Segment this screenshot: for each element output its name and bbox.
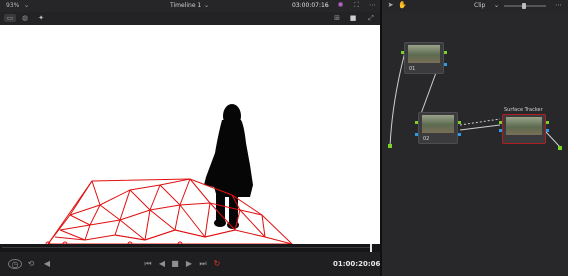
more-options-icon[interactable]: ⋯ <box>368 1 377 10</box>
node-label: 01 <box>409 66 416 72</box>
speaker-icon[interactable]: ◀ <box>42 259 52 269</box>
tracker-mesh <box>47 178 293 244</box>
magic-wand-icon[interactable]: ✦ <box>36 14 46 22</box>
surface-tracker-node[interactable] <box>499 114 549 144</box>
loop-record-icon[interactable]: ↻ <box>212 259 222 269</box>
video-frame <box>45 104 293 244</box>
node-output-pin[interactable] <box>444 51 447 54</box>
pointer-icon[interactable]: ➤ <box>386 1 395 10</box>
jump-end-icon[interactable]: ⏭ <box>198 259 208 269</box>
input-marker[interactable] <box>388 144 392 148</box>
timeline-title[interactable]: Timeline 1 <box>170 2 201 9</box>
node-input-pin[interactable] <box>499 121 502 124</box>
node-input-pin[interactable] <box>401 51 404 54</box>
person-silhouette <box>204 104 253 229</box>
play-icon[interactable]: ▶ <box>184 259 194 269</box>
node-editor-header: ➤ ✋ Clip ⌄ ⋯ <box>382 0 568 12</box>
node-key-pin[interactable] <box>444 63 447 66</box>
node-mode-label[interactable]: Clip <box>474 2 485 9</box>
transport-timecode: 01:00:20:06 <box>333 260 381 268</box>
node-thumbnail <box>422 115 454 133</box>
more-options-icon[interactable]: ⋯ <box>554 1 563 10</box>
node-title: Surface Tracker <box>504 107 543 113</box>
chevron-down-icon[interactable]: ⌄ <box>492 1 501 10</box>
node-02[interactable]: 02 <box>415 112 461 144</box>
color-wheel-icon[interactable]: ✺ <box>336 1 345 10</box>
chevron-down-icon[interactable]: ⌄ <box>202 1 211 10</box>
app-window: 93% ⌄ Timeline 1 ⌄ 03:00:07:16 ⌄ ✺ ⛶ ⋯ ▭… <box>0 0 568 276</box>
output-marker[interactable] <box>558 146 562 150</box>
node-output-pin[interactable] <box>546 121 549 124</box>
playback-mode-icon[interactable]: ◷ <box>8 259 22 269</box>
node-key-pin[interactable] <box>415 133 418 136</box>
transform-icon[interactable]: ⊞ <box>332 14 342 22</box>
step-back-icon[interactable]: ◀ <box>157 259 167 269</box>
scrubber-bar[interactable] <box>0 244 380 252</box>
hand-icon[interactable]: ✋ <box>398 1 407 10</box>
node-thumbnail <box>506 117 542 135</box>
node-input-pin[interactable] <box>415 121 418 124</box>
node-01[interactable]: 01 <box>401 42 447 74</box>
viewer-toolbar: ▭ ◍ ✦ ⊞ ■ ⤢ <box>0 12 380 25</box>
scrubber-track[interactable] <box>2 247 372 248</box>
viewer-canvas[interactable] <box>0 25 380 244</box>
node-graph[interactable]: 01 02 Surface Tracker <box>382 12 568 276</box>
highlight-icon[interactable]: ◍ <box>20 14 30 22</box>
chevron-down-icon[interactable]: ⌄ <box>22 1 31 10</box>
viewer-header: 93% ⌄ Timeline 1 ⌄ 03:00:07:16 ⌄ ✺ ⛶ ⋯ <box>0 0 380 12</box>
zoom-slider[interactable] <box>504 3 546 9</box>
node-output-pin[interactable] <box>458 121 461 124</box>
node-label: 02 <box>423 136 430 142</box>
camera-icon[interactable]: ■ <box>348 14 358 22</box>
expand-icon[interactable]: ⤢ <box>366 14 376 22</box>
stop-icon[interactable]: ■ <box>170 259 180 269</box>
loop-icon[interactable]: ⟲ <box>26 259 36 269</box>
split-view-icon[interactable]: ▭ <box>4 14 16 22</box>
jump-start-icon[interactable]: ⏮ <box>143 259 153 269</box>
node-key-pin[interactable] <box>458 133 461 136</box>
transport-bar: ◷ ⟲ ◀ ⏮ ◀ ■ ▶ ⏭ ↻ 01:00:20:06 <box>0 252 380 276</box>
node-key-pin[interactable] <box>546 129 549 132</box>
playhead[interactable] <box>370 244 372 252</box>
fullscreen-icon[interactable]: ⛶ <box>352 1 361 10</box>
chevron-down-icon[interactable]: ⌄ <box>323 1 332 10</box>
zoom-level[interactable]: 93% <box>6 2 19 9</box>
node-thumbnail <box>408 45 440 63</box>
node-key-pin[interactable] <box>499 129 502 132</box>
zoom-slider-handle[interactable] <box>522 3 526 9</box>
